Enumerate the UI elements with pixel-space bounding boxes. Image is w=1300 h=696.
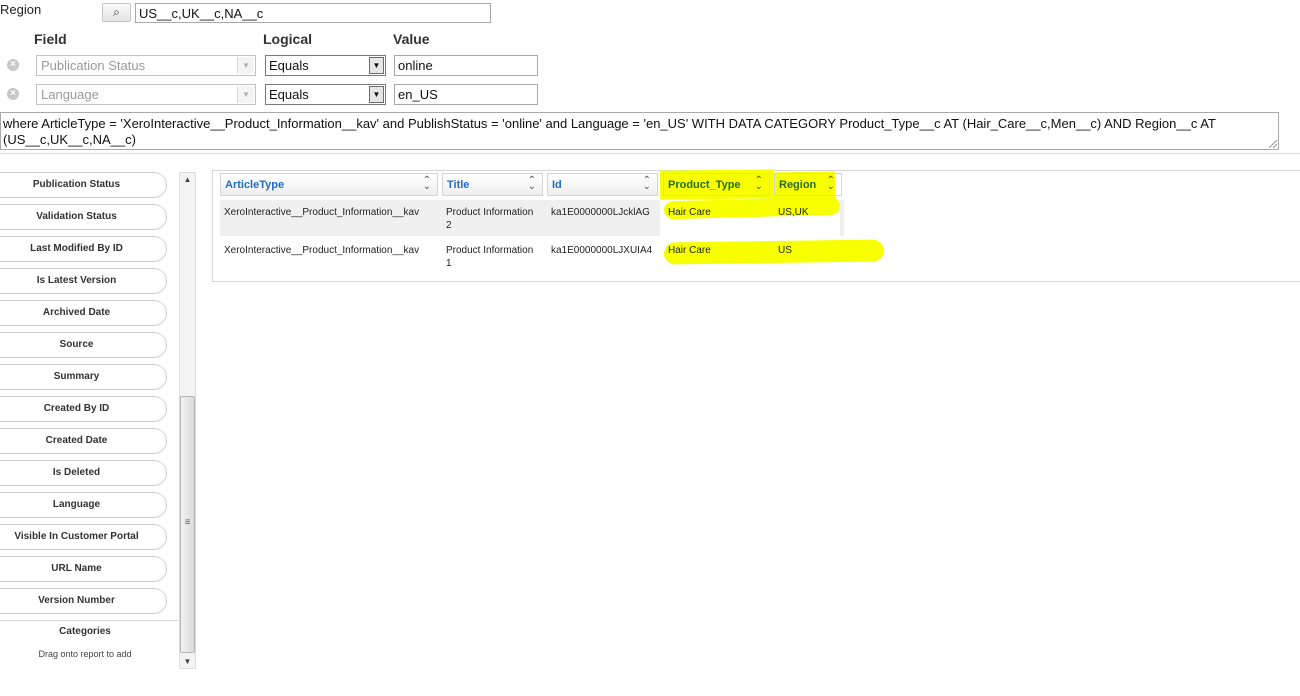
- filter-field-value: Language: [41, 87, 99, 102]
- chevron-down-icon: ▼: [369, 57, 384, 74]
- region-label: Region: [0, 2, 42, 17]
- column-header-label: Region: [779, 179, 817, 191]
- field-item[interactable]: Summary: [0, 364, 167, 390]
- cell-region: US: [778, 245, 792, 256]
- cell-article-type: XeroInteractive__Product_Information__ka…: [224, 207, 420, 218]
- scroll-grip-icon: ≡: [184, 517, 191, 528]
- filter-field-value: Publication Status: [41, 58, 146, 73]
- categories-label: Categories: [59, 626, 111, 637]
- sort-icon[interactable]: ⌃ ⌄: [827, 176, 835, 192]
- cell-id: ka1E0000000LJXUIA4: [551, 245, 653, 256]
- field-item[interactable]: Created By ID: [0, 396, 167, 422]
- column-header-id[interactable]: Id ⌃ ⌄: [547, 173, 658, 196]
- column-header-articletype[interactable]: ArticleType ⌃ ⌄: [220, 173, 438, 196]
- remove-filter-icon[interactable]: ×: [7, 88, 19, 100]
- sort-icon[interactable]: ⌃ ⌄: [643, 176, 651, 192]
- filter-field-select[interactable]: Publication Status ▼: [36, 55, 256, 76]
- cell-article-type: XeroInteractive__Product_Information__ka…: [224, 245, 420, 256]
- filter-operator-select[interactable]: Equals ▼: [265, 84, 386, 105]
- column-header-region[interactable]: Region ⌃ ⌄: [774, 173, 842, 196]
- sort-icon[interactable]: ⌃ ⌄: [528, 176, 536, 192]
- column-header-label: Id: [552, 179, 562, 191]
- region-input[interactable]: [135, 3, 491, 23]
- filter-operator-select[interactable]: Equals ▼: [265, 55, 386, 76]
- cell-product-type: Hair Care: [668, 245, 711, 256]
- cell-title: Product Information: [446, 207, 534, 218]
- column-header-product-type[interactable]: Product_Type ⌃ ⌄: [663, 173, 770, 196]
- field-item[interactable]: URL Name: [0, 556, 167, 582]
- scroll-down-icon[interactable]: ▼: [180, 655, 195, 669]
- field-item[interactable]: Is Latest Version: [0, 268, 167, 294]
- divider: [0, 153, 1300, 154]
- table-row-end: [840, 200, 844, 236]
- cell-title-line2: 1: [446, 258, 452, 269]
- filter-operator-value: Equals: [269, 58, 309, 73]
- chevron-down-icon: ▼: [237, 86, 254, 103]
- remove-filter-icon[interactable]: ×: [7, 59, 19, 71]
- column-header-label: ArticleType: [225, 179, 285, 191]
- field-item[interactable]: Is Deleted: [0, 460, 167, 486]
- chevron-down-icon: ▼: [237, 57, 254, 74]
- query-text: where ArticleType = 'XeroInteractive__Pr…: [3, 116, 1216, 147]
- field-item[interactable]: Created Date: [0, 428, 167, 454]
- resize-grip-icon[interactable]: [1269, 140, 1277, 148]
- filter-value-input[interactable]: en_US: [394, 84, 538, 105]
- filter-field-select[interactable]: Language ▼: [36, 84, 256, 105]
- lookup-search-icon[interactable]: ⌕: [102, 3, 131, 22]
- field-header: Field: [34, 31, 67, 47]
- cell-title: Product Information: [446, 245, 534, 256]
- cell-title-line2: 2: [446, 220, 452, 231]
- field-item[interactable]: Validation Status: [0, 204, 167, 230]
- filter-operator-value: Equals: [269, 87, 309, 102]
- cell-id: ka1E0000000LJcklAG: [551, 207, 650, 218]
- field-item[interactable]: Visible In Customer Portal: [0, 524, 167, 550]
- divider: [0, 620, 178, 621]
- field-item[interactable]: Version Number: [0, 588, 167, 614]
- column-header-label: Product_Type: [668, 179, 741, 191]
- sort-icon[interactable]: ⌃ ⌄: [755, 176, 763, 192]
- field-item[interactable]: Language: [0, 492, 167, 518]
- field-item[interactable]: Publication Status: [0, 172, 167, 198]
- query-textarea[interactable]: where ArticleType = 'XeroInteractive__Pr…: [0, 112, 1279, 150]
- scroll-up-icon[interactable]: ▲: [180, 173, 195, 187]
- cell-region: US,UK: [778, 207, 809, 218]
- filter-value-input[interactable]: online: [394, 55, 538, 76]
- logical-header: Logical: [263, 31, 313, 47]
- value-header: Value: [393, 31, 430, 47]
- field-item[interactable]: Archived Date: [0, 300, 167, 326]
- column-header-title[interactable]: Title ⌃ ⌄: [442, 173, 543, 196]
- field-item[interactable]: Source: [0, 332, 167, 358]
- categories-hint: Drag onto report to add: [38, 649, 132, 659]
- chevron-down-icon: ▼: [369, 86, 384, 103]
- cell-product-type: Hair Care: [668, 207, 711, 218]
- column-header-label: Title: [447, 179, 470, 191]
- sort-icon[interactable]: ⌃ ⌄: [423, 176, 431, 192]
- field-item[interactable]: Last Modified By ID: [0, 236, 167, 262]
